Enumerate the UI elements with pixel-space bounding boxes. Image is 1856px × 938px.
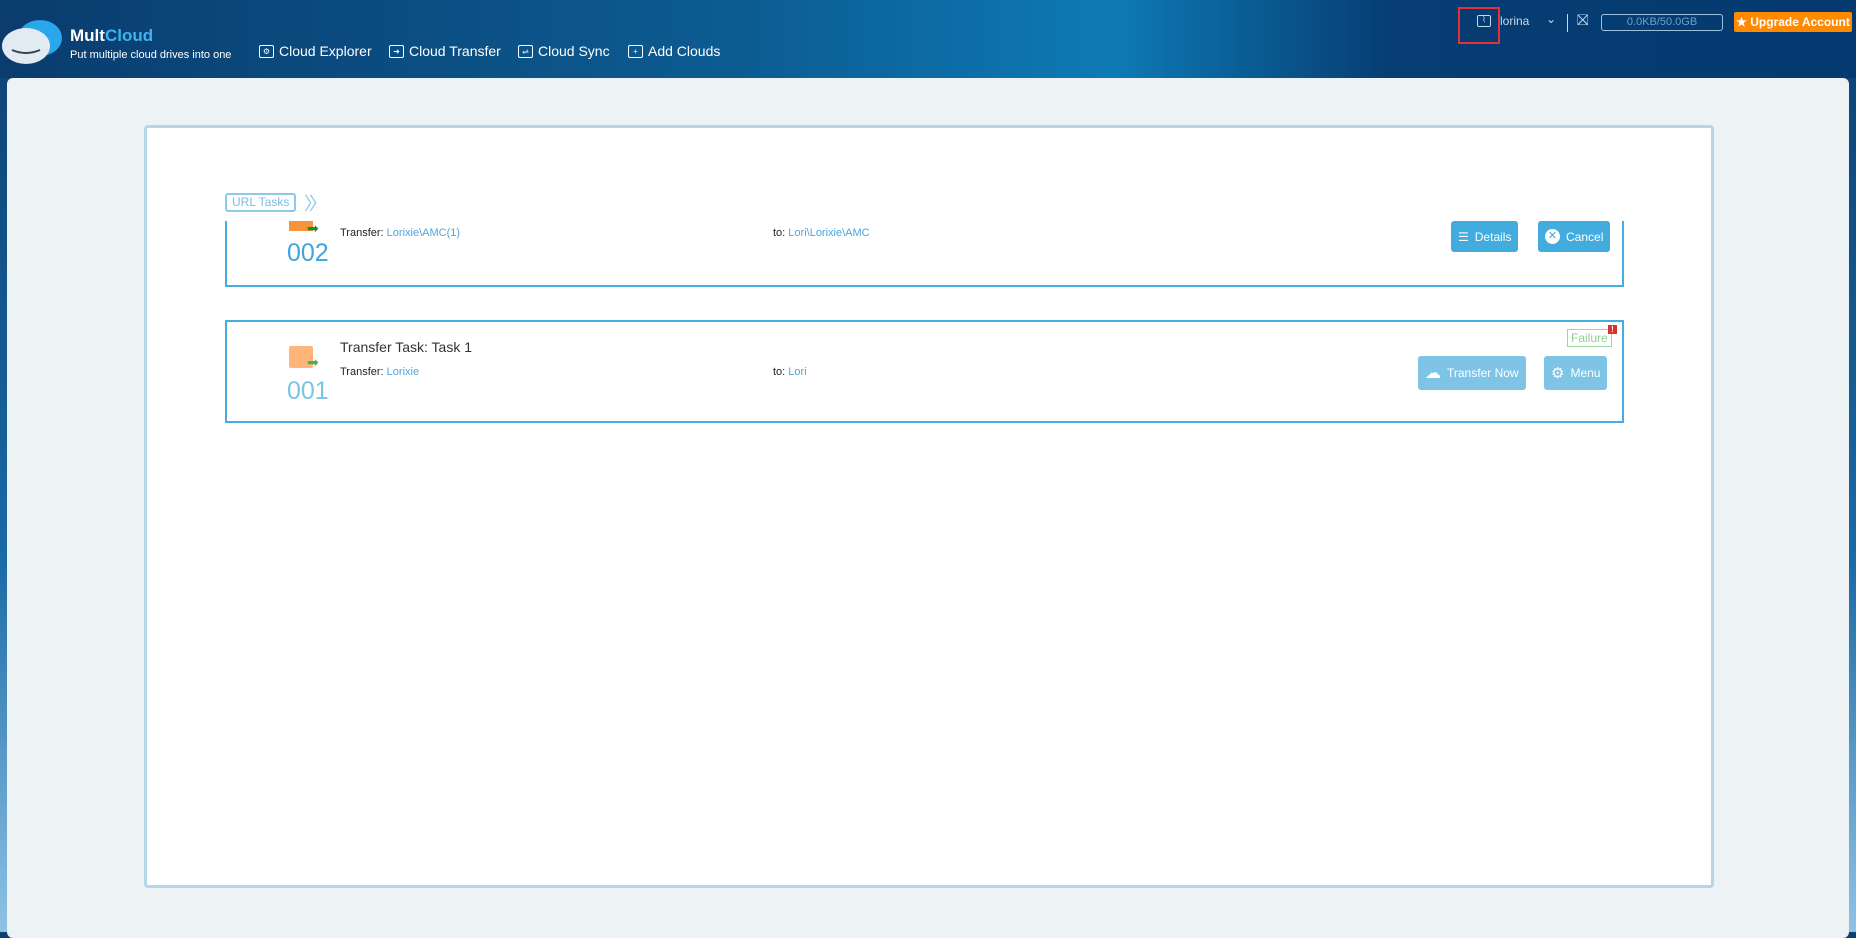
task-number: 002 — [287, 239, 329, 267]
dest-link[interactable]: Lori — [788, 366, 806, 378]
arrow-right-icon: ➡ — [307, 220, 319, 236]
top-header: MultCloud Put multiple cloud drives into… — [0, 0, 1856, 78]
transfer-dest: to: Lori\Lorixie\AMC — [773, 227, 870, 239]
label: to: — [773, 366, 786, 378]
details-button[interactable]: ☰ Details — [1451, 221, 1519, 252]
task-item: ➡ 001 Transfer Task: Task 1 Transfer: Lo… — [225, 320, 1624, 423]
upgrade-account-button[interactable]: ★ Upgrade Account — [1734, 12, 1852, 32]
source-link[interactable]: Lorixie\AMC(1) — [387, 227, 460, 239]
gear-icon: ⚙ — [259, 44, 274, 58]
menu-button[interactable]: ⚙ Menu — [1544, 356, 1608, 390]
alert-icon: ! — [1608, 325, 1617, 334]
transfer-now-button[interactable]: ☁ Transfer Now — [1418, 356, 1526, 390]
label: to: — [773, 227, 786, 239]
activity-icon[interactable]: ⌇ — [1477, 15, 1491, 27]
transfer-dest: to: Lori — [773, 366, 807, 378]
list-icon: ☰ — [1458, 229, 1469, 244]
transfer-source: Transfer: Lorixie\AMC(1) — [340, 227, 460, 239]
chevron-down-icon[interactable]: ⌄ — [1546, 12, 1556, 26]
button-label: Details — [1474, 229, 1512, 244]
plus-icon: + — [628, 44, 643, 58]
nav-label: Add Clouds — [648, 43, 721, 59]
double-chevron-icon[interactable]: 〉〉 — [304, 190, 327, 216]
cancel-button[interactable]: ✕ Cancel — [1538, 221, 1611, 252]
sync-icon: ⇌ — [518, 44, 533, 58]
arrow-icon: ➜ — [389, 44, 404, 58]
cloud-sync-icon: ☁ — [1425, 365, 1441, 382]
storage-usage: 0.0KB/50.0GB — [1601, 14, 1723, 31]
task-item: ➡ 002 Transfer: Lorixie\AMC(1) to: Lori\… — [225, 220, 1624, 287]
label: Transfer: — [340, 366, 384, 378]
nav-cloud-explorer[interactable]: ⚙ Cloud Explorer — [259, 43, 372, 59]
button-label: Menu — [1570, 366, 1601, 380]
nav-label: Cloud Sync — [538, 43, 610, 59]
button-label: Transfer Now — [1447, 366, 1519, 380]
breadcrumb-url-tasks[interactable]: URL Tasks — [225, 193, 297, 212]
transfer-source: Transfer: Lorixie — [340, 366, 419, 378]
username[interactable]: lorina — [1500, 14, 1529, 28]
gift-icon[interactable]: ⛝ — [1577, 12, 1588, 29]
task-title: Transfer Task: Task 1 — [340, 339, 473, 355]
nav-cloud-transfer[interactable]: ➜ Cloud Transfer — [389, 43, 501, 59]
nav-label: Cloud Explorer — [279, 43, 372, 59]
failure-status-badge[interactable]: Failure — [1567, 329, 1612, 347]
button-label: Cancel — [1566, 229, 1604, 244]
tagline: Put multiple cloud drives into one — [70, 49, 232, 61]
label: Transfer: — [340, 227, 384, 239]
nav-cloud-sync[interactable]: ⇌ Cloud Sync — [518, 43, 610, 59]
close-circle-icon: ✕ — [1545, 229, 1560, 244]
source-link[interactable]: Lorixie — [387, 366, 419, 378]
nav-label: Cloud Transfer — [409, 43, 501, 59]
arrow-right-icon: ➡ — [307, 354, 319, 370]
divider — [1567, 14, 1568, 32]
gear-icon: ⚙ — [1551, 365, 1565, 382]
brand-name[interactable]: MultCloud — [70, 26, 153, 46]
multcloud-logo-icon — [2, 20, 62, 64]
task-number: 001 — [287, 377, 329, 405]
nav-add-clouds[interactable]: + Add Clouds — [628, 43, 720, 59]
dest-link[interactable]: Lori\Lorixie\AMC — [788, 227, 869, 239]
